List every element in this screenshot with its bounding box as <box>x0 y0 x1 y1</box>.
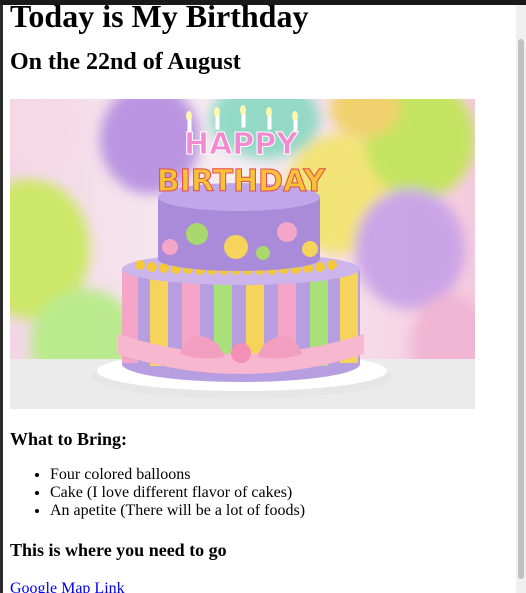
list-item: An apetite (There will be a lot of foods… <box>50 502 510 520</box>
scrollbar-thumb[interactable] <box>518 39 524 579</box>
vertical-scrollbar[interactable] <box>516 5 526 593</box>
page-subtitle: On the 22nd of August <box>10 49 241 75</box>
google-map-link[interactable]: Google Map Link <box>10 579 125 593</box>
list-item: Four colored balloons <box>50 466 510 484</box>
birthday-cake-image: HAPPY BIRTHDAY <box>10 99 475 409</box>
cake-topper-line2: BIRTHDAY <box>157 164 327 199</box>
bring-heading: What to Bring: <box>10 429 127 449</box>
page-title: Today is My Birthday <box>10 5 309 34</box>
list-item: Cake (I love different flavor of cakes) <box>50 484 510 502</box>
bring-list: Four colored balloons Cake (I love diffe… <box>10 466 510 520</box>
page-viewport: Today is My Birthday On the 22nd of Augu… <box>3 5 516 593</box>
page-content: Today is My Birthday On the 22nd of Augu… <box>10 5 510 593</box>
cake-topper-line1: HAPPY <box>184 127 299 162</box>
where-heading: This is where you need to go <box>10 540 227 560</box>
